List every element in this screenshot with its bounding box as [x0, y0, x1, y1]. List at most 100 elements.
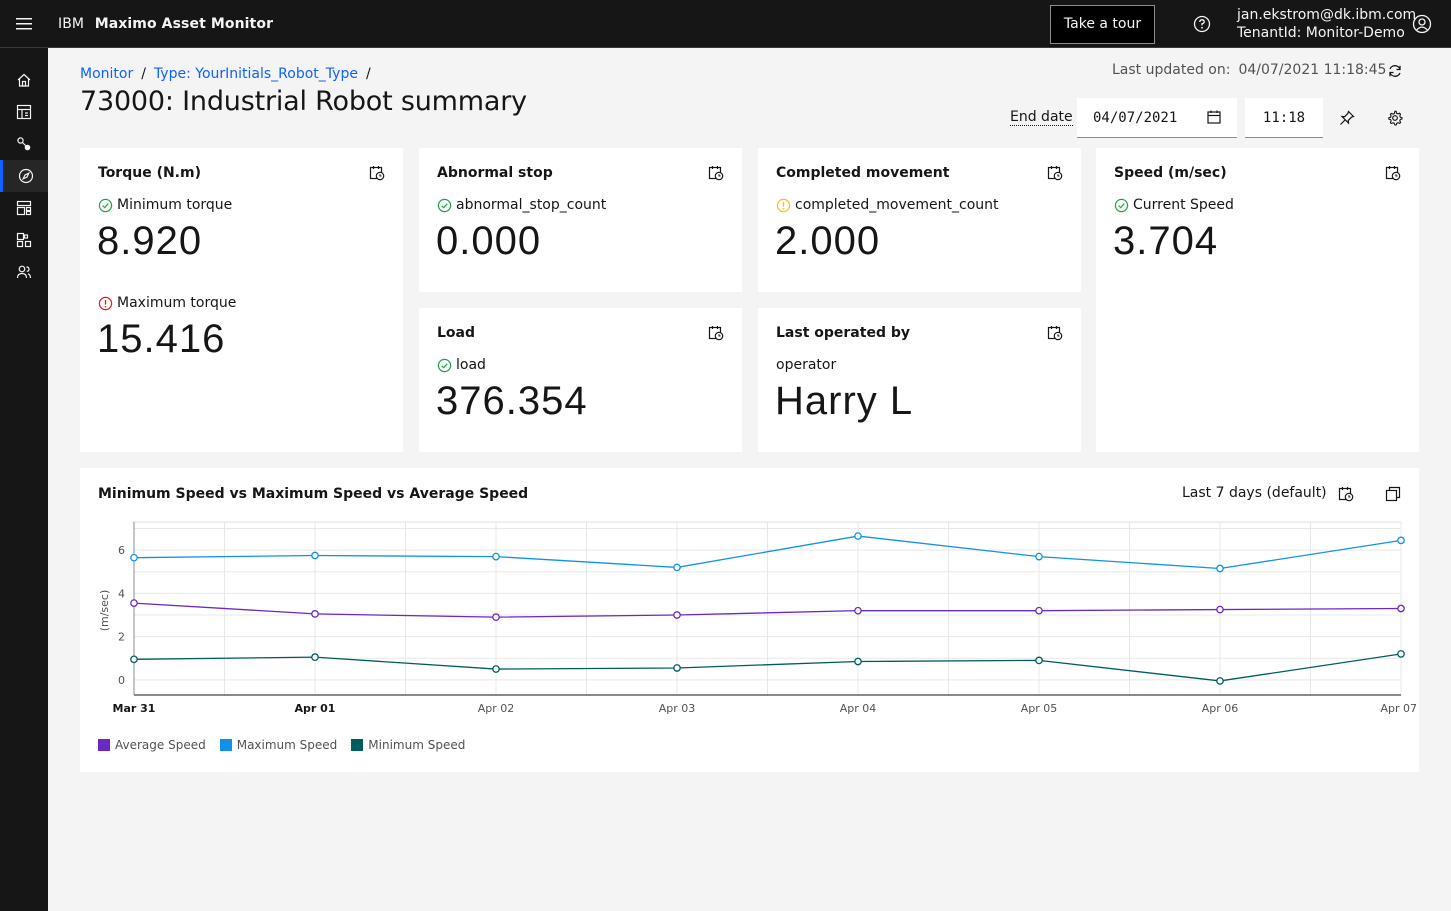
end-time-input[interactable]: 11:18 [1245, 98, 1323, 138]
metric-label: completed_movement_count [776, 197, 999, 213]
user-avatar-icon [1412, 14, 1432, 34]
product-brand[interactable]: IBM Maximo Asset Monitor [58, 0, 273, 48]
gear-icon [1388, 110, 1403, 126]
calendar-clock-icon[interactable] [1047, 325, 1063, 341]
nav-layout[interactable] [0, 192, 48, 224]
expand-icon[interactable] [1385, 486, 1401, 502]
y-tick-label: 0 [118, 674, 125, 687]
metric-label: operator [776, 357, 836, 373]
completed-movement-value: 2.000 [775, 219, 881, 263]
nav-devices[interactable] [0, 224, 48, 256]
hamburger-menu-button[interactable] [0, 0, 48, 48]
max-torque-value: 15.416 [97, 317, 226, 361]
data-point [854, 532, 862, 540]
data-point [1035, 552, 1043, 561]
data-point [311, 653, 319, 662]
card-title: Speed (m/sec) [1114, 165, 1227, 181]
legend-swatch [219, 739, 232, 751]
data-point [1397, 536, 1405, 545]
legend-item[interactable]: Average Speed [98, 738, 206, 752]
end-date-value: 04/07/2021 [1093, 109, 1178, 126]
last-updated-label: Last updated on: [1112, 62, 1231, 78]
calendar-clock-icon[interactable] [1047, 165, 1063, 181]
min-torque-label: Minimum torque [117, 197, 233, 213]
nav-monitor[interactable] [0, 160, 48, 192]
help-button[interactable] [1186, 8, 1218, 40]
legend-item[interactable]: Maximum Speed [219, 738, 337, 752]
operator-value: Harry L [775, 379, 914, 423]
nav-home[interactable] [0, 64, 48, 96]
check-circle-icon [1114, 198, 1129, 212]
time-range-selector[interactable]: Last 7 days (default) [1182, 485, 1327, 501]
calendar-clock-icon[interactable] [708, 325, 724, 341]
abnormal-stop-label: abnormal_stop_count [456, 197, 607, 213]
side-navigation [0, 48, 48, 911]
speed-chart-card: 0 2 4 6 (m/sec) Mar 31 Apr 01 Apr 02 Apr 03 Apr 0… [80, 468, 1419, 772]
breadcrumb: Monitor / Type: YourInitials_Robot_Type / [80, 66, 379, 82]
legend-swatch [351, 739, 364, 751]
data-point [311, 551, 319, 560]
data-point [130, 655, 138, 664]
refresh-button[interactable] [1384, 60, 1406, 82]
pin-icon [1340, 110, 1355, 125]
last-updated-value: 04/07/2021 11:18:45 [1238, 62, 1387, 78]
data-point [1216, 605, 1224, 614]
user-info[interactable]: jan.ekstrom@dk.ibm.com TenantId: Monitor… [1237, 6, 1416, 42]
data-point [1216, 564, 1224, 573]
pin-button[interactable] [1335, 106, 1359, 130]
data-point [130, 553, 138, 562]
speed-card: Speed (m/sec) Current Speed 3.704 [1096, 148, 1419, 452]
user-profile-button[interactable] [1406, 8, 1438, 40]
calendar-icon [1207, 110, 1221, 124]
settings-button[interactable] [1383, 106, 1407, 130]
x-tick-label: Apr 02 [478, 702, 515, 715]
legend-label: Minimum Speed [368, 738, 466, 752]
calendar-clock-icon[interactable] [1385, 165, 1401, 181]
calendar-clock-icon[interactable] [1338, 486, 1354, 502]
end-time-value: 11:18 [1262, 109, 1306, 126]
data-point [673, 611, 681, 619]
take-a-tour-button[interactable]: Take a tour [1050, 5, 1155, 44]
metric-label: Maximum torque [98, 295, 236, 311]
legend-item[interactable]: Minimum Speed [351, 738, 465, 752]
last-updated: Last updated on: 04/07/2021 11:18:45 [1112, 62, 1386, 78]
data-point [1216, 677, 1224, 685]
calendar-clock-icon[interactable] [369, 165, 385, 181]
current-speed-label: Current Speed [1133, 197, 1234, 213]
last-operated-card: Last operated by operator Harry L [758, 308, 1081, 452]
data-point [311, 610, 319, 618]
user-email: jan.ekstrom@dk.ibm.com [1237, 7, 1417, 23]
y-axis-label: (m/sec) [98, 590, 111, 632]
data-point [1035, 606, 1043, 615]
page-title: 73000: Industrial Robot summary [80, 86, 527, 117]
data-point [492, 665, 500, 673]
nav-users[interactable] [0, 256, 48, 288]
load-value: 376.354 [436, 379, 588, 423]
layout-icon [16, 200, 32, 216]
data-point [1035, 656, 1043, 665]
y-tick-label: 4 [118, 587, 125, 600]
end-date-input[interactable]: 04/07/2021 [1077, 98, 1237, 138]
nav-dashboard[interactable] [0, 96, 48, 128]
x-tick-label: Apr 01 [295, 702, 336, 715]
refresh-icon [1389, 65, 1401, 77]
metric-label: Current Speed [1114, 197, 1234, 213]
current-speed-value: 3.704 [1113, 219, 1219, 263]
brand-product: Maximo Asset Monitor [94, 16, 274, 32]
dashboard-icon [16, 104, 32, 120]
devices-icon [16, 232, 32, 248]
home-icon [17, 73, 31, 87]
card-title: Torque (N.m) [98, 165, 201, 181]
x-tick-label: Apr 04 [840, 702, 877, 715]
abnormal-stop-card: Abnormal stop abnormal_stop_count 0.000 [419, 148, 742, 292]
calendar-clock-icon[interactable] [708, 165, 724, 181]
breadcrumb-monitor[interactable]: Monitor [80, 66, 133, 82]
completed-movement-label: completed_movement_count [795, 197, 999, 213]
breadcrumb-type[interactable]: Type: YourInitials_Robot_Type [154, 66, 358, 82]
card-title: Completed movement [776, 165, 950, 181]
end-date-label: End date [1010, 109, 1073, 126]
tenant-id: TenantId: Monitor-Demo [1237, 25, 1405, 41]
nav-setup[interactable] [0, 128, 48, 160]
y-tick-label: 6 [118, 544, 125, 557]
breadcrumb-separator: / [365, 66, 371, 82]
